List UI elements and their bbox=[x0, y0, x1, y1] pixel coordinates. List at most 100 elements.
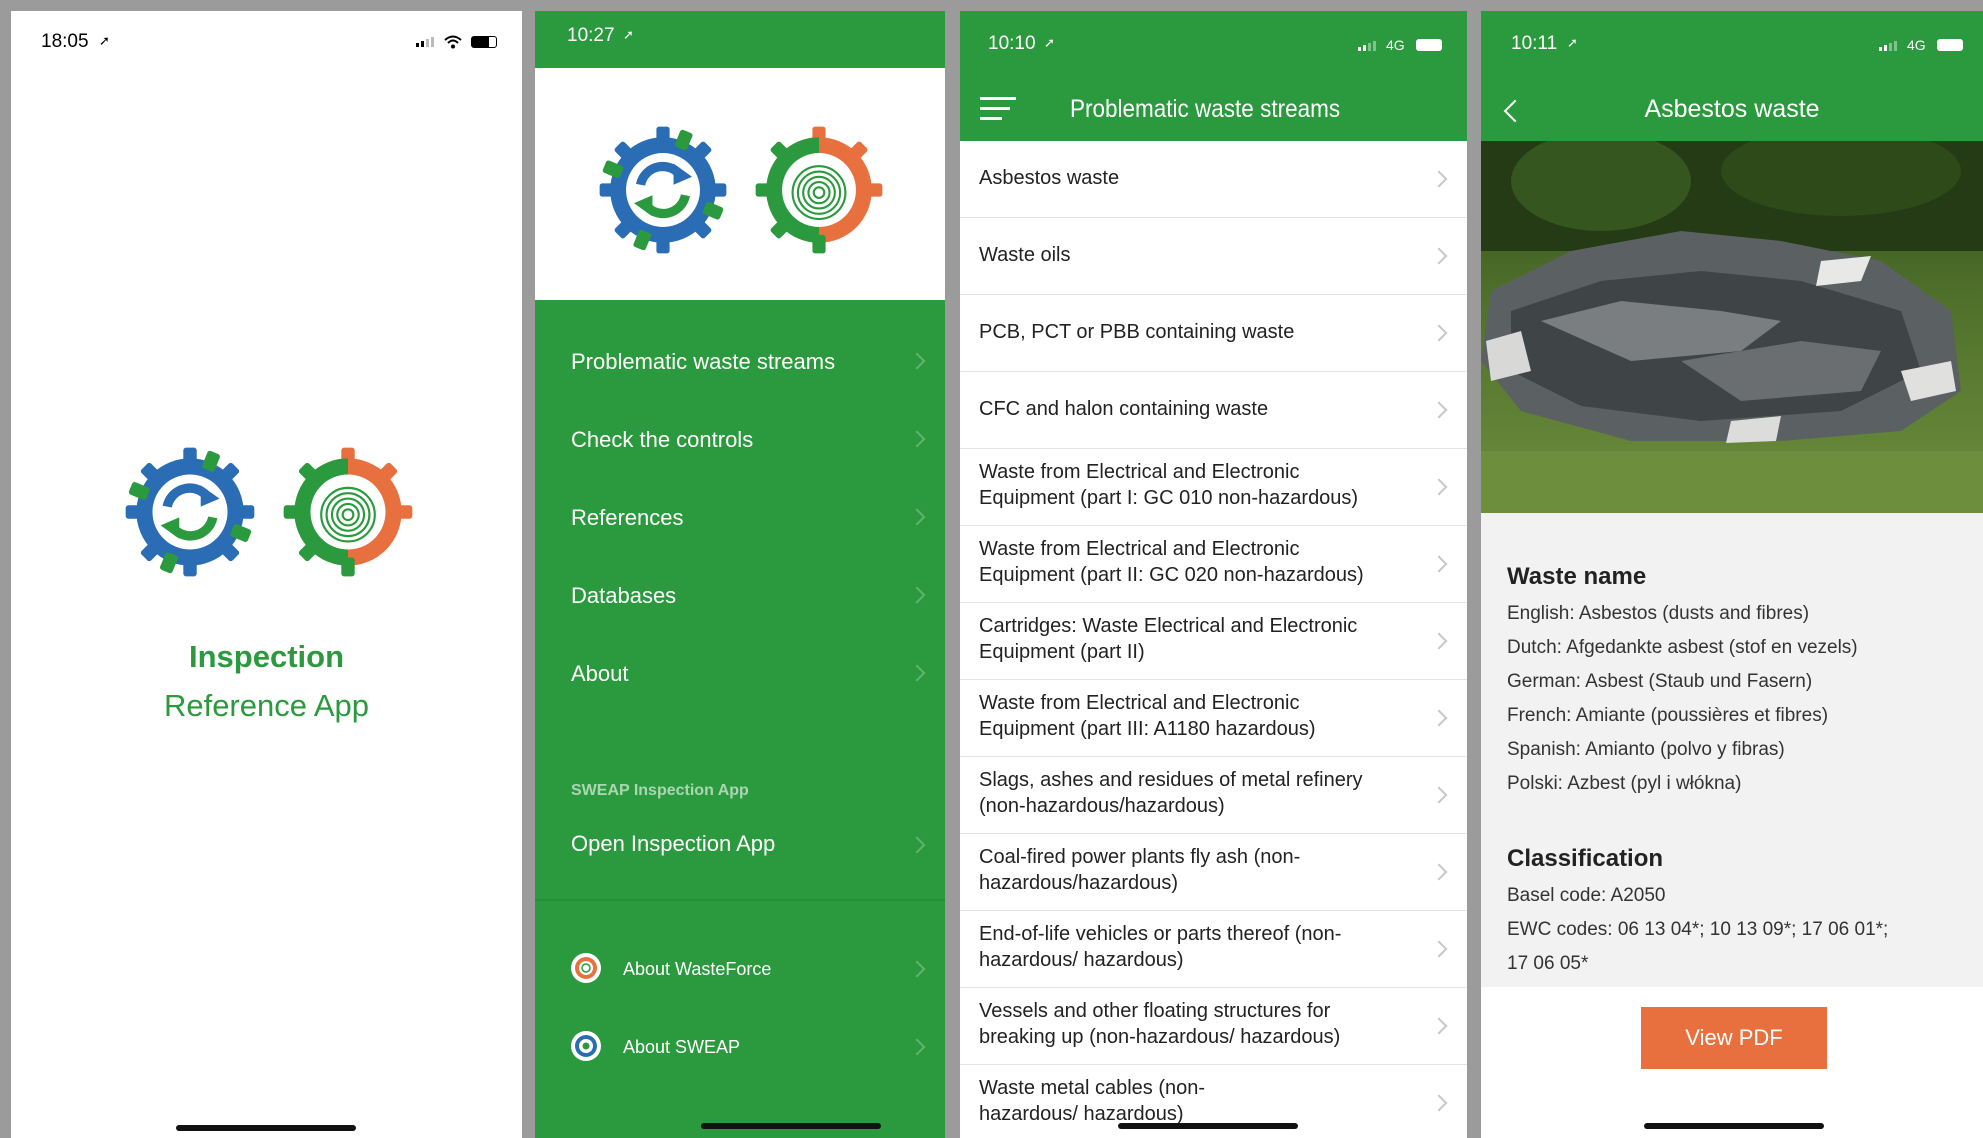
menu-item-about[interactable]: About bbox=[535, 643, 945, 703]
signal-icon bbox=[1358, 41, 1376, 51]
fingerprint-gear-icon bbox=[571, 953, 601, 983]
menu-item-problematic-waste-streams[interactable]: Problematic waste streams bbox=[535, 331, 945, 391]
chevron-right-icon bbox=[1430, 940, 1448, 958]
app-subtitle: Reference App bbox=[163, 688, 370, 723]
menu-item-label: Databases bbox=[571, 583, 677, 608]
asbestos-detail-screen: 10:11 ➚ 4G Asbestos waste Waste name Eng… bbox=[1481, 11, 1983, 1138]
chevron-right-icon bbox=[908, 586, 926, 604]
list-item-asbestos-waste[interactable]: Asbestos waste bbox=[960, 141, 1467, 218]
view-pdf-label: View PDF bbox=[1685, 1025, 1783, 1050]
chevron-right-icon bbox=[1430, 863, 1448, 881]
chevron-right-icon bbox=[1430, 1017, 1448, 1035]
sweap-gear-icon bbox=[571, 1031, 601, 1061]
hamburger-menu-icon[interactable] bbox=[980, 97, 1016, 123]
list-item-line: breaking up (non-hazardous/ hazardous) bbox=[979, 1026, 1341, 1048]
footer-item-label: About WasteForce bbox=[623, 959, 772, 979]
bottom-action-bar: View PDF bbox=[1481, 987, 1983, 1138]
status-time: 10:11 bbox=[1511, 33, 1558, 54]
list-item-line: Vessels and other floating structures fo… bbox=[979, 1000, 1331, 1022]
menu-item-references[interactable]: References bbox=[535, 487, 945, 547]
chevron-right-icon bbox=[1430, 632, 1448, 650]
chevron-right-icon bbox=[908, 1038, 926, 1056]
list-item-vehicles[interactable]: End-of-life vehicles or parts thereof (n… bbox=[960, 911, 1467, 988]
page-title: Asbestos waste bbox=[1644, 95, 1820, 123]
wifi-icon bbox=[444, 35, 462, 49]
chevron-right-icon bbox=[1430, 401, 1448, 419]
name-dutch: Dutch: Afgedankte asbest (stof en vezels… bbox=[1507, 637, 1858, 658]
chevron-right-icon bbox=[1430, 324, 1448, 342]
list-item-line: End-of-life vehicles or parts thereof (n… bbox=[979, 923, 1342, 945]
chevron-right-icon bbox=[1430, 478, 1448, 496]
battery-icon bbox=[1416, 39, 1442, 51]
list-item-cartridges[interactable]: Cartridges: Waste Electrical and Electro… bbox=[960, 603, 1467, 680]
list-item-line: Equipment (part II) bbox=[979, 641, 1145, 663]
ewc-codes: EWC codes: 06 13 04*; 10 13 09*; 17 06 0… bbox=[1507, 919, 1889, 940]
network-label: 4G bbox=[1907, 37, 1926, 53]
list-item-line: PCB, PCT or PBB containing waste bbox=[979, 321, 1295, 343]
fingerprint-gear-logo bbox=[283, 447, 413, 577]
list-item-weee-part-1[interactable]: Waste from Electrical and Electronic Equ… bbox=[960, 449, 1467, 526]
sweap-gear-logo bbox=[125, 447, 255, 577]
list-item-line: hazardous/ hazardous) bbox=[979, 949, 1184, 971]
name-german: German: Asbest (Staub und Fasern) bbox=[1507, 671, 1813, 692]
chevron-right-icon bbox=[908, 960, 926, 978]
name-english: English: Asbestos (dusts and fibres) bbox=[1507, 603, 1810, 624]
list-item-line: Waste metal cables (non- bbox=[979, 1077, 1206, 1099]
list-item-weee-part-2[interactable]: Waste from Electrical and Electronic Equ… bbox=[960, 526, 1467, 603]
list-item-line: (non-hazardous/hazardous) bbox=[979, 795, 1225, 817]
menu-item-label: Check the controls bbox=[571, 427, 754, 452]
footer-item-about-sweap[interactable]: About SWEAP bbox=[535, 1019, 945, 1075]
menu-item-check-the-controls[interactable]: Check the controls bbox=[535, 409, 945, 469]
nav-bar: 10:10 ➚ 4G Problematic waste streams bbox=[960, 11, 1467, 141]
chevron-right-icon bbox=[1430, 247, 1448, 265]
list-item-fly-ash[interactable]: Coal-fired power plants fly ash (non- ha… bbox=[960, 834, 1467, 911]
page-title: Problematic waste streams bbox=[1070, 95, 1341, 123]
list-item-line: Equipment (part II: GC 020 non-hazardous… bbox=[979, 564, 1364, 586]
list-item-vessels[interactable]: Vessels and other floating structures fo… bbox=[960, 988, 1467, 1065]
list-item-cfc-waste[interactable]: CFC and halon containing waste bbox=[960, 372, 1467, 449]
status-time: 10:10 bbox=[988, 33, 1036, 54]
menu-item-label: Problematic waste streams bbox=[571, 349, 836, 374]
splash-screen: 18:05 ➚ Inspection Reference App bbox=[11, 11, 522, 1138]
asbestos-photo bbox=[1481, 141, 1983, 513]
status-time: 18:05 bbox=[41, 31, 89, 52]
view-pdf-button[interactable]: View PDF bbox=[1641, 1007, 1827, 1069]
name-spanish: Spanish: Amianto (polvo y fibras) bbox=[1507, 739, 1785, 760]
list-item-line: Asbestos waste bbox=[979, 167, 1120, 189]
home-indicator bbox=[1644, 1123, 1824, 1129]
list-item-line: CFC and halon containing waste bbox=[979, 398, 1269, 420]
battery-icon bbox=[1937, 39, 1963, 51]
network-label: 4G bbox=[1386, 37, 1405, 53]
menu-item-databases[interactable]: Databases bbox=[535, 565, 945, 625]
home-indicator bbox=[176, 1125, 356, 1131]
name-polski: Polski: Azbest (pyl i włókna) bbox=[1507, 773, 1742, 794]
location-arrow-icon: ➚ bbox=[623, 27, 634, 42]
list-item-waste-oils[interactable]: Waste oils bbox=[960, 218, 1467, 295]
signal-icon bbox=[1879, 41, 1897, 51]
list-item-weee-part-3[interactable]: Waste from Electrical and Electronic Equ… bbox=[960, 680, 1467, 757]
basel-code: Basel code: A2050 bbox=[1507, 885, 1666, 906]
menu-header bbox=[535, 68, 945, 300]
menu-item-label: About bbox=[571, 661, 629, 686]
chevron-right-icon bbox=[1430, 709, 1448, 727]
waste-name-heading: Waste name bbox=[1507, 563, 1647, 590]
chevron-right-icon bbox=[908, 508, 926, 526]
chevron-right-icon bbox=[908, 664, 926, 682]
sweap-gear-logo bbox=[599, 126, 727, 254]
list-item-line: Coal-fired power plants fly ash (non- bbox=[979, 846, 1301, 868]
footer-item-about-wasteforce[interactable]: About WasteForce bbox=[535, 941, 945, 997]
list-item-line: Slags, ashes and residues of metal refin… bbox=[979, 769, 1363, 791]
waste-streams-screen: 10:10 ➚ 4G Problematic waste streams Asb… bbox=[960, 11, 1467, 1138]
list-item-line: Waste oils bbox=[979, 244, 1071, 266]
open-inspection-app-button[interactable]: Open Inspection App bbox=[535, 817, 945, 877]
home-indicator bbox=[701, 1123, 881, 1129]
list-item-slags[interactable]: Slags, ashes and residues of metal refin… bbox=[960, 757, 1467, 834]
nav-bar: 10:11 ➚ 4G Asbestos waste bbox=[1481, 11, 1983, 141]
list-item-line: Waste from Electrical and Electronic bbox=[979, 692, 1300, 714]
list-item-line: Equipment (part III: A1180 hazardous) bbox=[979, 718, 1316, 740]
divider bbox=[535, 899, 945, 901]
section-header: SWEAP Inspection App bbox=[571, 782, 749, 799]
status-bar: 10:27 ➚ bbox=[535, 11, 945, 71]
list-item-pcb-waste[interactable]: PCB, PCT or PBB containing waste bbox=[960, 295, 1467, 372]
classification-heading: Classification bbox=[1507, 845, 1664, 872]
